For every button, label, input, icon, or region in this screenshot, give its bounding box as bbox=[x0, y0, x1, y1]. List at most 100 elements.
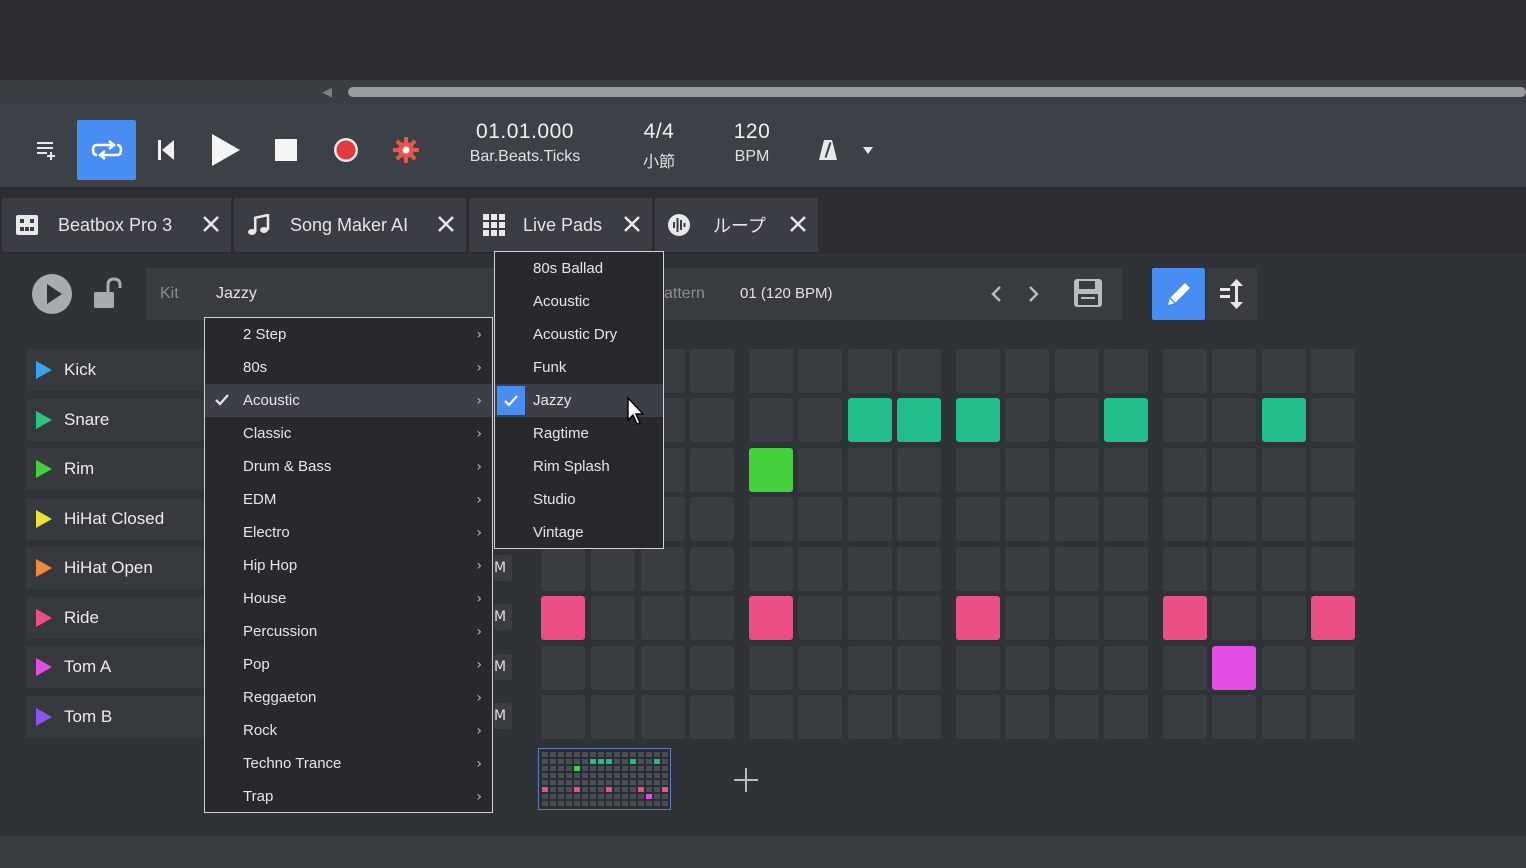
track-play-icon[interactable] bbox=[36, 609, 52, 627]
step-cell[interactable] bbox=[690, 349, 734, 393]
step-cell[interactable] bbox=[897, 596, 941, 640]
step-cell[interactable] bbox=[541, 695, 585, 739]
close-icon[interactable] bbox=[622, 214, 642, 234]
step-cell[interactable] bbox=[749, 695, 793, 739]
step-cell[interactable] bbox=[848, 646, 892, 690]
tempo-display[interactable]: 120 BPM bbox=[722, 120, 782, 166]
step-cell[interactable] bbox=[1104, 646, 1148, 690]
step-cell[interactable] bbox=[798, 646, 842, 690]
step-cell[interactable] bbox=[798, 695, 842, 739]
save-pattern-icon[interactable] bbox=[1073, 278, 1103, 312]
step-cell[interactable] bbox=[1163, 547, 1207, 591]
step-cell[interactable] bbox=[1104, 547, 1148, 591]
mute-button[interactable]: M bbox=[494, 703, 512, 729]
step-cell[interactable] bbox=[690, 547, 734, 591]
tab-loops[interactable]: ループ bbox=[655, 198, 818, 252]
step-cell[interactable] bbox=[591, 695, 635, 739]
step-cell[interactable] bbox=[848, 448, 892, 492]
step-cell[interactable] bbox=[897, 398, 941, 442]
step-cell[interactable] bbox=[848, 547, 892, 591]
metronome-icon[interactable] bbox=[808, 120, 848, 180]
step-cell[interactable] bbox=[798, 349, 842, 393]
step-cell[interactable] bbox=[956, 547, 1000, 591]
genre-menu-item[interactable]: Trap › bbox=[205, 780, 492, 813]
step-cell[interactable] bbox=[541, 547, 585, 591]
step-cell[interactable] bbox=[1311, 398, 1355, 442]
step-cell[interactable] bbox=[749, 497, 793, 541]
scroll-thumb[interactable] bbox=[348, 87, 1526, 97]
step-cell[interactable] bbox=[1163, 398, 1207, 442]
track-play-icon[interactable] bbox=[36, 411, 52, 429]
step-cell[interactable] bbox=[641, 646, 685, 690]
loop-button[interactable] bbox=[77, 120, 136, 180]
genre-menu-item[interactable]: Techno Trance › bbox=[205, 747, 492, 780]
step-cell[interactable] bbox=[749, 398, 793, 442]
step-cell[interactable] bbox=[1311, 448, 1355, 492]
step-cell[interactable] bbox=[848, 596, 892, 640]
close-icon[interactable] bbox=[436, 214, 456, 234]
draw-mode-button[interactable] bbox=[1152, 268, 1205, 320]
step-cell[interactable] bbox=[591, 646, 635, 690]
genre-menu-item[interactable]: Percussion › bbox=[205, 615, 492, 648]
step-cell[interactable] bbox=[690, 646, 734, 690]
kit-submenu-item[interactable]: Acoustic Dry bbox=[495, 318, 663, 351]
step-cell[interactable] bbox=[1055, 695, 1099, 739]
genre-menu-item[interactable]: EDM › bbox=[205, 483, 492, 516]
pattern-thumbnail[interactable] bbox=[538, 748, 671, 810]
step-cell[interactable] bbox=[1212, 497, 1256, 541]
step-cell[interactable] bbox=[1104, 695, 1148, 739]
genre-menu-item[interactable]: 80s › bbox=[205, 351, 492, 384]
step-cell[interactable] bbox=[1262, 646, 1306, 690]
step-cell[interactable] bbox=[798, 547, 842, 591]
step-cell[interactable] bbox=[956, 398, 1000, 442]
kit-submenu-item[interactable]: 80s Ballad bbox=[495, 252, 663, 285]
tab-live-pads[interactable]: Live Pads bbox=[469, 198, 652, 252]
step-cell[interactable] bbox=[1104, 448, 1148, 492]
track-play-icon[interactable] bbox=[36, 559, 52, 577]
track-snare[interactable]: Snare bbox=[26, 399, 204, 441]
step-cell[interactable] bbox=[1005, 695, 1049, 739]
step-cell[interactable] bbox=[1212, 695, 1256, 739]
step-cell[interactable] bbox=[798, 398, 842, 442]
step-cell[interactable] bbox=[591, 596, 635, 640]
step-cell[interactable] bbox=[1104, 497, 1148, 541]
step-cell[interactable] bbox=[541, 646, 585, 690]
step-cell[interactable] bbox=[1104, 398, 1148, 442]
track-rim[interactable]: Rim bbox=[26, 448, 204, 490]
step-cell[interactable] bbox=[1212, 596, 1256, 640]
close-icon[interactable] bbox=[788, 214, 808, 234]
mute-button[interactable]: M bbox=[494, 555, 512, 581]
kit-submenu-item[interactable]: Acoustic bbox=[495, 285, 663, 318]
genre-menu-item[interactable]: 2 Step › bbox=[205, 318, 492, 351]
position-display[interactable]: 01.01.000 Bar.Beats.Ticks bbox=[462, 120, 588, 166]
next-pattern-chevron-right-icon[interactable] bbox=[1026, 284, 1042, 308]
kit-select[interactable]: Jazzy bbox=[216, 285, 257, 303]
genre-menu-item[interactable]: Rock › bbox=[205, 714, 492, 747]
step-cell[interactable] bbox=[956, 349, 1000, 393]
step-cell[interactable] bbox=[1311, 646, 1355, 690]
step-cell[interactable] bbox=[591, 547, 635, 591]
step-cell[interactable] bbox=[1005, 349, 1049, 393]
step-cell[interactable] bbox=[956, 646, 1000, 690]
pattern-play-button[interactable] bbox=[30, 272, 74, 316]
step-cell[interactable] bbox=[1055, 497, 1099, 541]
step-cell[interactable] bbox=[1212, 398, 1256, 442]
step-cell[interactable] bbox=[1262, 547, 1306, 591]
track-hihat-closed[interactable]: HiHat Closed bbox=[26, 498, 204, 540]
track-play-icon[interactable] bbox=[36, 510, 52, 528]
step-cell[interactable] bbox=[1262, 398, 1306, 442]
step-cell[interactable] bbox=[749, 349, 793, 393]
genre-menu-item[interactable]: Hip Hop › bbox=[205, 549, 492, 582]
genre-menu-item[interactable]: Acoustic › bbox=[205, 384, 492, 417]
track-ride[interactable]: Ride bbox=[26, 597, 204, 639]
genre-menu-item[interactable]: Drum & Bass › bbox=[205, 450, 492, 483]
track-play-icon[interactable] bbox=[36, 460, 52, 478]
step-cell[interactable] bbox=[690, 497, 734, 541]
step-cell[interactable] bbox=[1311, 497, 1355, 541]
step-cell[interactable] bbox=[1311, 349, 1355, 393]
step-cell[interactable] bbox=[956, 497, 1000, 541]
step-cell[interactable] bbox=[1262, 448, 1306, 492]
step-cell[interactable] bbox=[1055, 646, 1099, 690]
step-cell[interactable] bbox=[897, 497, 941, 541]
genre-menu-item[interactable]: House › bbox=[205, 582, 492, 615]
